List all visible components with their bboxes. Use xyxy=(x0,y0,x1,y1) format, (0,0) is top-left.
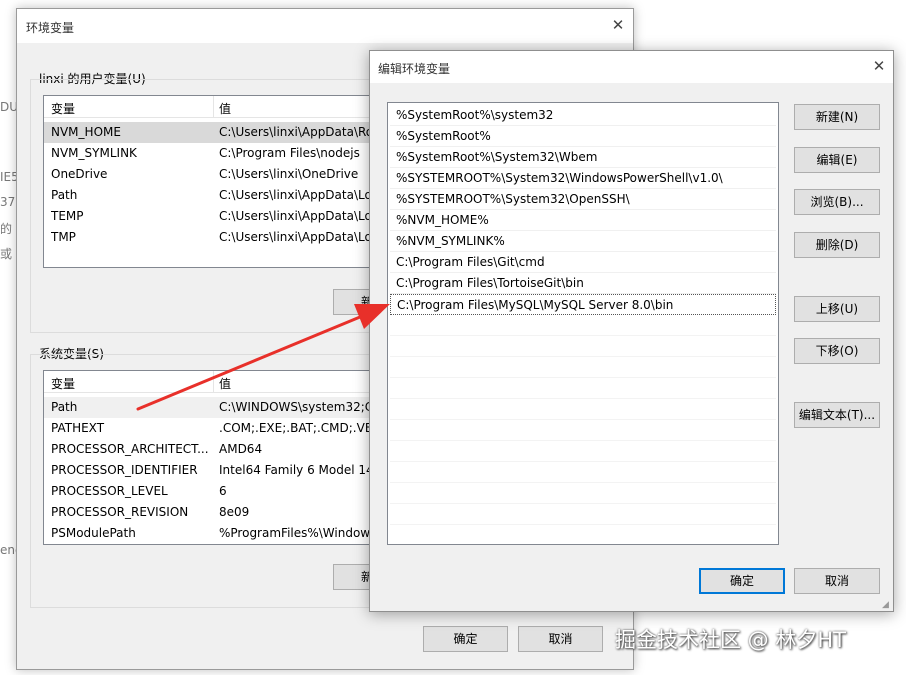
annotation-arrow-icon xyxy=(136,304,390,411)
watermark-text: 掘金技术社区 @ 林夕HT xyxy=(615,628,846,652)
